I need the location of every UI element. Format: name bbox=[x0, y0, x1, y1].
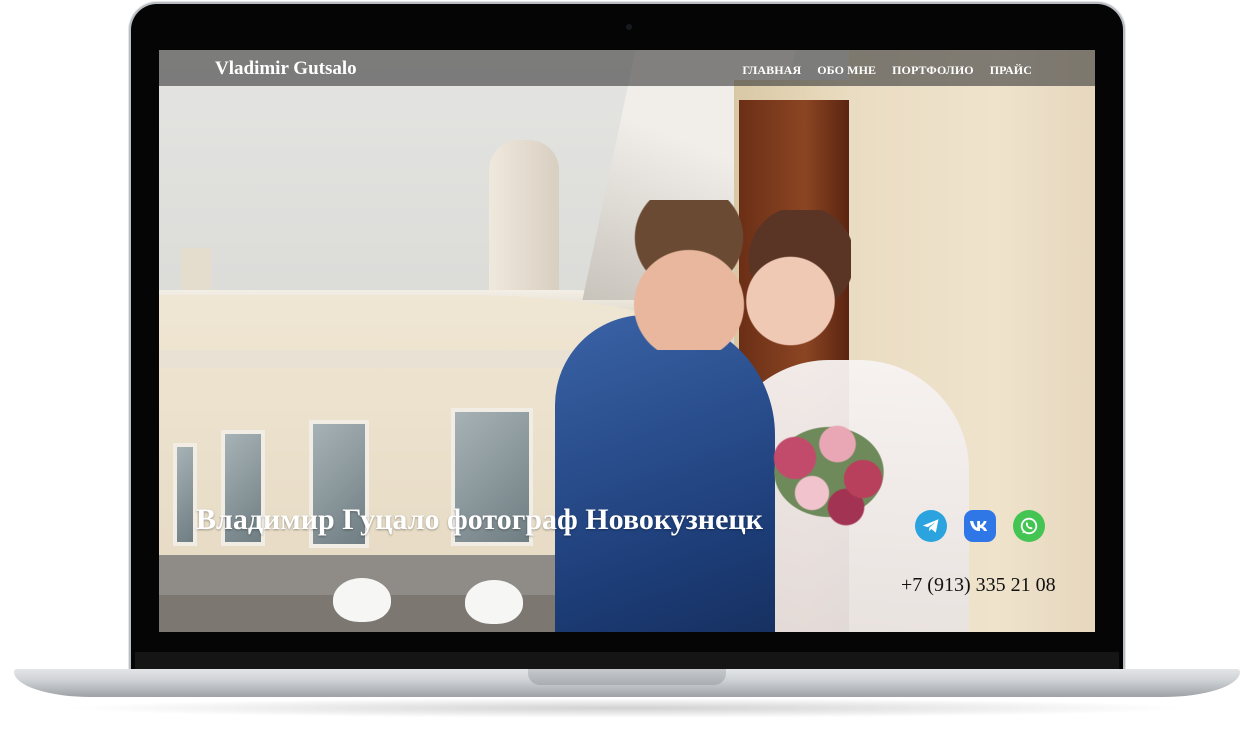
whatsapp-icon[interactable] bbox=[1013, 510, 1045, 542]
telegram-icon[interactable] bbox=[915, 510, 947, 542]
main-nav: ГЛАВНАЯ ОБО МНЕ ПОРТФОЛИО ПРАЙС bbox=[742, 63, 1032, 78]
whatsapp-glyph bbox=[1020, 517, 1038, 535]
laptop-screen: Vladimir Gutsalo ГЛАВНАЯ ОБО МНЕ ПОРТФОЛ… bbox=[159, 50, 1095, 632]
nav-link-about[interactable]: ОБО МНЕ bbox=[817, 63, 876, 78]
bouquet bbox=[744, 402, 914, 542]
webcam bbox=[626, 24, 632, 30]
hero-title: Владимир Гуцало фотограф Новокузнецк bbox=[196, 503, 763, 536]
building-window bbox=[173, 443, 197, 546]
social-links bbox=[915, 510, 1045, 542]
building-tower bbox=[489, 140, 559, 300]
site-logo-link[interactable]: Vladimir Gutsalo bbox=[215, 58, 357, 80]
vk-glyph bbox=[970, 521, 988, 531]
navbar: Vladimir Gutsalo ГЛАВНАЯ ОБО МНЕ ПОРТФОЛ… bbox=[159, 50, 1095, 86]
laptop-notch bbox=[528, 669, 726, 685]
groom-suit bbox=[555, 315, 775, 632]
groom-head bbox=[629, 200, 749, 350]
nav-link-home[interactable]: ГЛАВНАЯ bbox=[742, 63, 801, 78]
phone-number[interactable]: +7 (913) 335 21 08 bbox=[901, 574, 1056, 597]
flower-pot bbox=[465, 580, 523, 624]
nav-link-price[interactable]: ПРАЙС bbox=[990, 63, 1032, 78]
telegram-glyph bbox=[923, 519, 939, 533]
nav-link-portfolio[interactable]: ПОРТФОЛИО bbox=[892, 63, 974, 78]
vk-icon[interactable] bbox=[964, 510, 996, 542]
bride-head bbox=[741, 210, 851, 350]
laptop-shadow bbox=[60, 698, 1194, 718]
flower-pot bbox=[333, 578, 391, 622]
